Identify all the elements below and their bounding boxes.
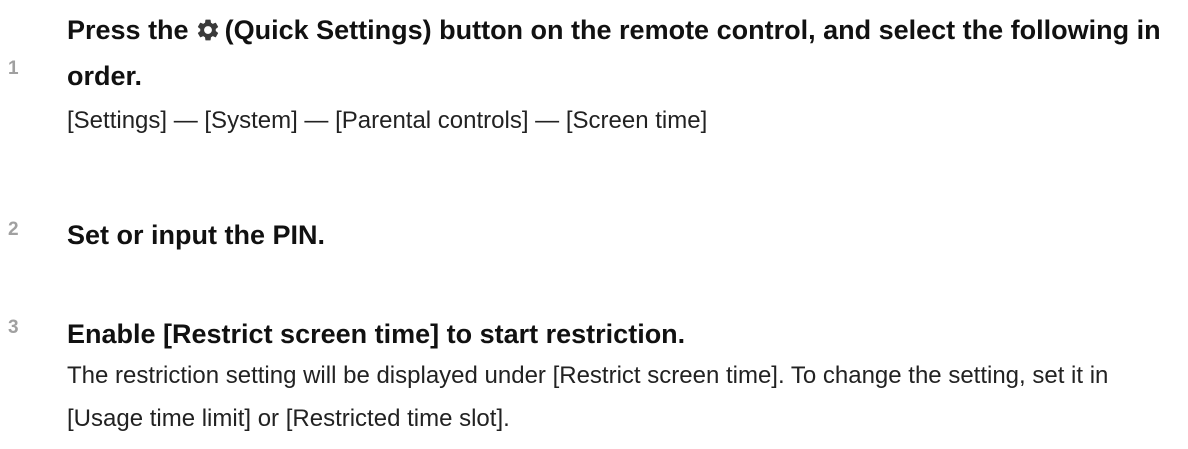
step-description: [Settings] — [System] — [Parental contro… — [67, 107, 708, 134]
step-heading: Enable [Restrict screen time] to start r… — [67, 319, 686, 349]
step-body: Set or input the PIN. — [67, 212, 1177, 258]
gear-icon — [197, 19, 218, 41]
step-heading: Set or input the PIN. — [67, 220, 326, 250]
step-number: 1 — [8, 58, 19, 79]
step-number: 2 — [8, 219, 19, 240]
step-description: The restriction setting will be displaye… — [67, 362, 1109, 432]
step-number: 3 — [8, 317, 19, 338]
step-heading-text-before-icon: Press the — [67, 15, 189, 45]
step-body: Enable [Restrict screen time] to start r… — [67, 314, 1177, 440]
step-heading: Press the (Quick Settings) button on the … — [67, 7, 1177, 99]
step-body: Press the (Quick Settings) button on the … — [67, 7, 1177, 142]
step-heading-text-after-icon: (Quick Settings) button on the remote co… — [67, 15, 1161, 91]
